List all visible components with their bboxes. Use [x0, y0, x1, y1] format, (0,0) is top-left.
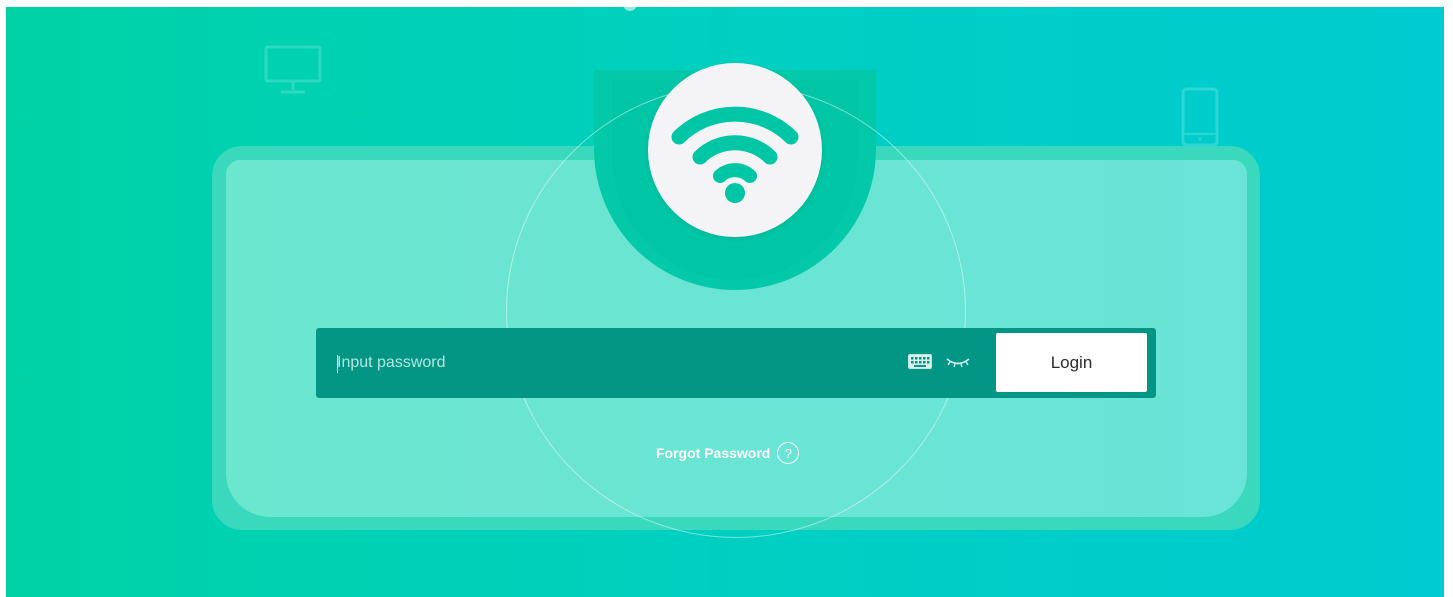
phone-icon	[1181, 87, 1219, 147]
eye-closed-icon[interactable]	[945, 354, 971, 369]
top-indicator-dot	[623, 7, 637, 11]
forgot-password-label: Forgot Password	[656, 445, 771, 461]
question-circle-icon[interactable]: ?	[777, 442, 800, 464]
password-input[interactable]	[337, 347, 897, 379]
forgot-password-link[interactable]: Forgot Password ?	[656, 440, 800, 466]
wifi-icon	[671, 106, 799, 203]
wifi-badge	[648, 63, 822, 237]
login-button[interactable]: Login	[996, 333, 1147, 392]
keyboard-icon[interactable]	[908, 354, 932, 369]
monitor-icon	[264, 45, 322, 94]
text-caret	[337, 355, 338, 373]
